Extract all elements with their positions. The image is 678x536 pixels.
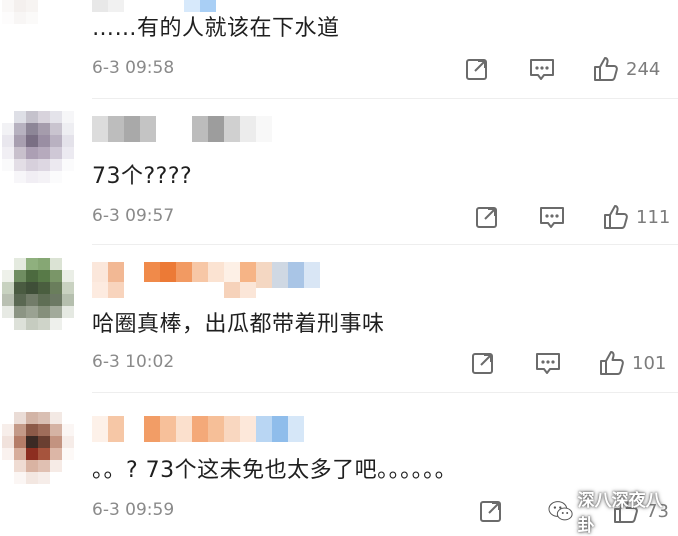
share-icon	[476, 207, 497, 228]
like-count: 244	[626, 58, 661, 80]
share-button[interactable]	[474, 202, 500, 232]
watermark-text: 深八深夜八卦	[577, 491, 663, 536]
avatar[interactable]	[2, 412, 74, 484]
share-icon	[466, 59, 487, 80]
divider	[92, 98, 678, 99]
reply-button[interactable]	[538, 202, 566, 232]
divider	[92, 244, 678, 245]
comment-icon	[530, 59, 554, 80]
like-button[interactable]: 244	[592, 54, 660, 84]
reply-button[interactable]	[534, 348, 562, 378]
like-button[interactable]: 111	[602, 202, 670, 232]
thumbs-up-icon	[594, 57, 618, 81]
user-badge-blurred	[92, 282, 256, 298]
comment-time: 6-3 09:59	[92, 500, 175, 520]
like-count: 111	[636, 206, 671, 228]
comment-text: 。。? 73个这未免也太多了吧。。。。。。	[92, 458, 458, 483]
divider	[92, 392, 678, 393]
watermark: 深八深夜八卦	[548, 486, 678, 536]
avatar[interactable]	[2, 111, 74, 183]
share-button[interactable]	[464, 54, 490, 84]
avatar[interactable]	[2, 0, 74, 24]
comment-text: ……有的人就该在下水道	[92, 16, 340, 41]
like-button[interactable]: 101	[598, 348, 666, 378]
thumbs-up-icon	[600, 351, 624, 375]
comment-text: 哈圈真棒，出瓜都带着刑事味	[92, 312, 385, 337]
comment-text: 73个????	[92, 164, 193, 189]
comment-time: 6-3 09:58	[92, 58, 175, 78]
share-button[interactable]	[478, 496, 504, 526]
username-blurred[interactable]	[92, 116, 272, 142]
wechat-logo-icon	[548, 501, 573, 521]
share-icon	[472, 353, 493, 374]
comment-time: 6-3 09:57	[92, 206, 175, 226]
share-button[interactable]	[470, 348, 496, 378]
comment-icon	[536, 353, 560, 374]
like-count: 101	[632, 352, 667, 374]
comment-icon	[540, 207, 564, 228]
username-blurred[interactable]	[92, 416, 304, 442]
avatar[interactable]	[2, 258, 74, 330]
comment-time: 6-3 10:02	[92, 352, 175, 372]
thumbs-up-icon	[604, 205, 628, 229]
share-icon	[480, 501, 501, 522]
reply-button[interactable]	[528, 54, 556, 84]
